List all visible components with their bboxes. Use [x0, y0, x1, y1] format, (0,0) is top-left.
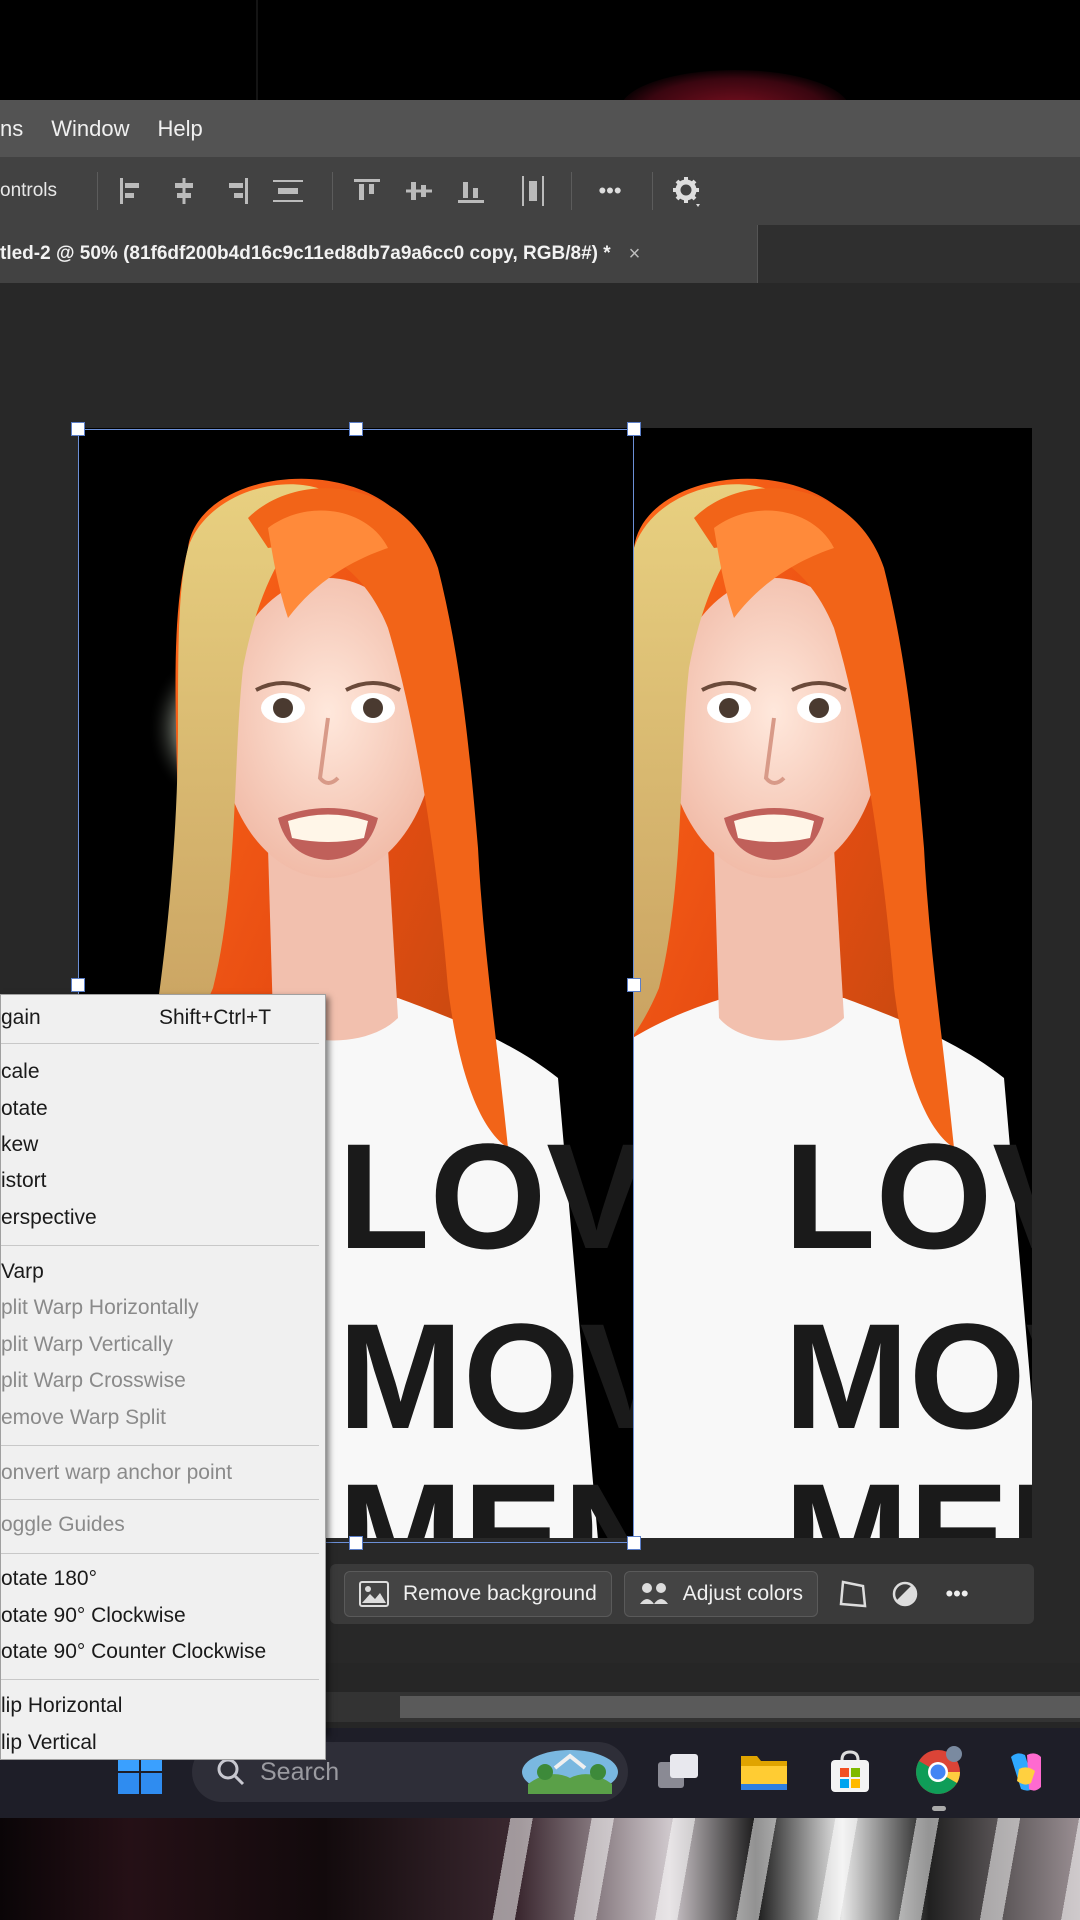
menu-help[interactable]: Help — [158, 116, 203, 142]
menu-item-again[interactable]: gain Shift+Ctrl+T — [1, 1001, 327, 1035]
menu-item-convert-warp-anchor-point: onvert warp anchor point — [1, 1461, 233, 1484]
wallpaper-top — [0, 0, 1080, 100]
toolbar-separator — [652, 172, 654, 210]
menu-item-flip-vertical-visible[interactable]: lip Vertical — [0, 1726, 326, 1760]
menu-item-toggle-guides: oggle Guides — [1, 1513, 125, 1536]
menu-item-skew[interactable]: kew — [1, 1128, 327, 1162]
document-tab-title: tled-2 @ 50% (81f6df200b4d16c9c11ed8db7a… — [0, 243, 611, 264]
gear-icon[interactable] — [669, 173, 705, 209]
close-tab-icon[interactable]: × — [629, 243, 641, 266]
menu-item-rotate-90-cw[interactable]: otate 90° Clockwise — [1, 1599, 327, 1633]
menu-item-flip-horizontal[interactable]: lip Horizontal — [1, 1689, 327, 1723]
document-tab-bar: tled-2 @ 50% (81f6df200b4d16c9c11ed8db7a… — [0, 225, 1080, 283]
active-app-indicator — [932, 1806, 946, 1811]
align-right-icon[interactable] — [218, 173, 254, 209]
file-explorer-icon[interactable] — [736, 1744, 792, 1800]
adjust-colors-icon — [639, 1580, 669, 1608]
menu-item-perspective[interactable]: erspective — [1, 1201, 327, 1235]
menu-separator — [1, 1499, 319, 1500]
remove-background-label: Remove background — [403, 1582, 597, 1605]
transform-perspective-icon[interactable] — [830, 1571, 876, 1617]
align-left-icon[interactable] — [114, 173, 150, 209]
more-options-button[interactable]: ••• — [588, 173, 632, 209]
wallpaper-divider — [256, 0, 258, 100]
adjust-colors-label: Adjust colors — [682, 1582, 803, 1605]
search-highlight-icon — [520, 1748, 620, 1796]
screen: ns Window Help ontrols ••• tled-2 @ 50% … — [0, 0, 1080, 1920]
menu-item-rotate-90-ccw[interactable]: otate 90° Counter Clockwise — [1, 1635, 327, 1669]
align-vertical-center-icon[interactable] — [401, 173, 437, 209]
menu-separator — [1, 1245, 319, 1246]
menu-item-split-warp-vertically: plit Warp Vertically — [1, 1333, 173, 1356]
search-placeholder: Search — [260, 1757, 340, 1786]
right-photo — [634, 428, 1032, 1538]
align-top-icon[interactable] — [349, 173, 385, 209]
menu-item-rotate[interactable]: otate — [1, 1092, 327, 1126]
toolbar-separator — [571, 172, 573, 210]
menu-separator — [1, 1553, 319, 1554]
distribute-vertical-icon[interactable] — [270, 173, 306, 209]
menu-item-split-warp-horizontally: plit Warp Horizontally — [1, 1296, 199, 1319]
menu-window[interactable]: Window — [51, 116, 129, 142]
task-view-icon[interactable] — [650, 1744, 706, 1800]
options-bar: ontrols ••• — [0, 157, 1080, 225]
menu-item-split-warp-crosswise: plit Warp Crosswise — [1, 1369, 186, 1392]
contrast-icon[interactable] — [882, 1571, 928, 1617]
menu-item-distort[interactable]: istort — [1, 1164, 327, 1198]
image-icon — [359, 1581, 389, 1607]
menu-item-rotate-180[interactable]: otate 180° — [1, 1562, 327, 1596]
document-tab[interactable]: tled-2 @ 50% (81f6df200b4d16c9c11ed8db7a… — [0, 225, 758, 283]
menu-item-warp[interactable]: Varp — [1, 1255, 327, 1289]
menu-item-scale[interactable]: cale — [1, 1055, 327, 1089]
adjust-colors-button[interactable]: Adjust colors — [623, 1571, 818, 1617]
scrollbar-thumb[interactable] — [400, 1696, 1080, 1718]
menu-separator — [1, 1679, 319, 1680]
toolbar-separator — [97, 172, 99, 210]
menu-plugins[interactable]: ns — [0, 116, 23, 142]
menu-item-remove-warp-split: emove Warp Split — [1, 1406, 166, 1429]
search-icon — [216, 1757, 246, 1787]
menu-shortcut: Shift+Ctrl+T — [159, 1006, 272, 1029]
transform-context-menu: gain Shift+Ctrl+T cale otate kew istort … — [0, 994, 326, 1734]
chrome-icon[interactable] — [910, 1744, 966, 1800]
menu-separator — [1, 1445, 319, 1446]
distribute-horizontal-icon[interactable] — [515, 173, 551, 209]
microsoft-store-icon[interactable] — [822, 1744, 878, 1800]
menu-separator — [1, 1043, 319, 1044]
contextual-task-bar: Remove background Adjust colors ••• — [330, 1564, 1034, 1624]
wallpaper-bottom-stripes — [480, 1818, 1080, 1920]
menu-bar: ns Window Help — [0, 100, 1080, 157]
copilot-icon[interactable] — [998, 1744, 1054, 1800]
align-horizontal-center-icon[interactable] — [166, 173, 202, 209]
align-bottom-icon[interactable] — [453, 173, 489, 209]
toolbar-separator — [332, 172, 334, 210]
more-actions-button[interactable]: ••• — [934, 1571, 980, 1617]
show-transform-controls-label[interactable]: ontrols — [0, 180, 57, 202]
remove-background-button[interactable]: Remove background — [344, 1571, 612, 1617]
